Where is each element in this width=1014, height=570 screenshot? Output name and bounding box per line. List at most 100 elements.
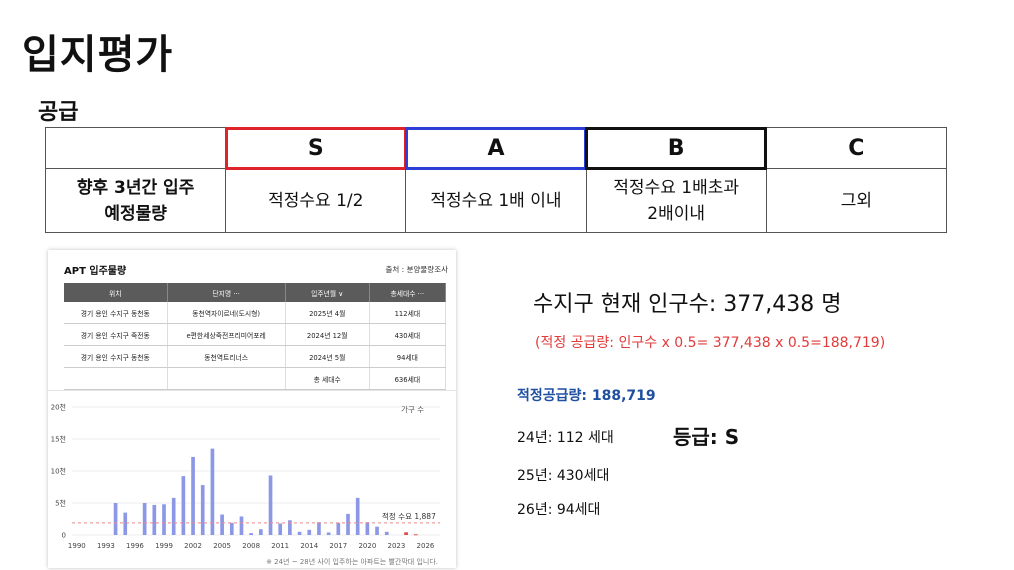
y-tick-label: 0	[62, 532, 66, 540]
apt-cell: 2024년 12월	[285, 323, 370, 346]
x-tick-label: 2008	[242, 542, 260, 550]
y-tick-label: 20천	[51, 403, 66, 412]
chart-bar	[346, 513, 350, 535]
grade-result: 등급: S	[673, 425, 740, 449]
apt-cell	[64, 367, 168, 390]
x-tick-label: 1990	[68, 542, 86, 550]
x-tick-label: 1999	[155, 542, 173, 550]
apt-col-units[interactable]: 총세대수 ···	[369, 283, 447, 302]
x-tick-label: 2014	[300, 542, 318, 550]
apt-cell: 경기 용인 수지구 동천동	[64, 302, 168, 324]
chart-bar	[123, 512, 128, 535]
grade-cell-a: 적정수요 1배 이내	[405, 168, 587, 233]
grade-header-a: A	[404, 126, 588, 170]
table-row-total: 총 세대수 636세대	[64, 367, 447, 390]
chart-bar	[210, 448, 215, 535]
chart-bar	[307, 529, 312, 535]
grade-header-empty	[44, 127, 227, 169]
chart-bar	[200, 485, 205, 535]
x-tick-label: 2023	[388, 542, 406, 550]
chart-bar	[249, 533, 253, 535]
x-tick-label: 2026	[417, 542, 435, 550]
apt-cell: 112세대	[369, 302, 447, 324]
y-tick-label: 5천	[55, 499, 66, 508]
apt-cell: 경기 용인 수지구 죽전동	[64, 323, 168, 346]
chart-bar	[413, 534, 418, 536]
apt-supply-panel: APT 입주물량 출처 : 분양물량조사 위치 단지명 ··· 입주년월 ∨ 총…	[48, 250, 456, 568]
chart-bar	[162, 504, 166, 535]
y-tick-label: 10천	[51, 467, 66, 476]
chart-bar	[317, 522, 321, 535]
chart-bar	[297, 531, 302, 535]
chart-bar	[336, 522, 341, 535]
chart-bar	[365, 522, 370, 535]
chart-bar	[171, 497, 176, 535]
grade-criteria-table: S A B C 향후 3년간 입주 예정물량 적정수요 1/2 적정수요 1배 …	[44, 126, 948, 233]
apt-total-value: 636세대	[369, 367, 447, 390]
apt-col-location[interactable]: 위치	[64, 283, 168, 302]
apt-cell: 경기 용인 수지구 동천동	[64, 345, 168, 368]
x-tick-label: 1996	[126, 542, 144, 550]
chart-bar	[384, 531, 389, 535]
grade-header-c: C	[765, 127, 948, 169]
x-tick-label: 2017	[329, 542, 347, 550]
panel-divider	[48, 390, 456, 391]
population-text: 수지구 현재 인구수: 377,438 명	[533, 292, 842, 317]
demand-label: 적정 수요 1,887	[382, 511, 436, 521]
chart-bar	[229, 522, 234, 535]
chart-bar	[375, 526, 379, 535]
apt-col-date[interactable]: 입주년월 ∨	[285, 283, 370, 302]
x-tick-label: 2011	[271, 542, 289, 550]
apt-panel-title: APT 입주물량	[64, 266, 127, 277]
apt-panel-source: 출처 : 분양물량조사	[385, 265, 449, 274]
table-row: 경기 용인 수지구 동천동 동천역자이르네(도시형) 2025년 4월 112세…	[64, 302, 447, 324]
apt-table: 위치 단지명 ··· 입주년월 ∨ 총세대수 ··· 경기 용인 수지구 동천동…	[64, 283, 447, 390]
apt-cell: 94세대	[369, 345, 447, 368]
x-tick-label: 2020	[358, 542, 376, 550]
y-tick-label: 15천	[51, 435, 66, 444]
grade-header-b: B	[585, 126, 768, 170]
apt-cell: 동천역자이르네(도시형)	[167, 302, 286, 324]
year-26: 26년: 94세대	[517, 502, 601, 518]
chart-bar	[220, 514, 224, 535]
apt-cell: 430세대	[369, 323, 447, 346]
chart-footnote: ※ 24년 ~ 28년 사이 입주하는 아파트는 빨간막대 입니다.	[266, 557, 438, 566]
supply-bar-chart: 0 5천 10천 15천 20천 1990 1993 1996 1999 2002 2005 2008…	[51, 403, 440, 566]
chart-bar	[268, 475, 273, 535]
formula-text: (적정 공급량: 인구수 x 0.5= 377,438 x 0.5=188,71…	[535, 335, 886, 351]
chart-bar	[355, 497, 360, 535]
apt-cell	[167, 367, 286, 390]
table-row: 경기 용인 수지구 동천동 동천역트리너스 2024년 5월 94세대	[64, 345, 447, 368]
chart-bar	[181, 476, 186, 535]
supply-label: 적정공급량:	[517, 388, 592, 404]
table-row: 경기 용인 수지구 죽전동 e편한세상죽전프리미어포레 2024년 12월 43…	[64, 323, 447, 346]
apt-cell: 2024년 5월	[285, 345, 370, 368]
chart-bar	[113, 503, 118, 535]
chart-bar	[404, 532, 408, 535]
grade-cell-s: 적정수요 1/2	[225, 168, 407, 233]
chart-legend: 가구 수	[401, 405, 424, 414]
x-tick-label: 1993	[97, 542, 115, 550]
year-24: 24년: 112 세대	[517, 430, 614, 446]
apt-cell: e편한세상죽전프리미어포레	[167, 323, 286, 346]
grade-header-s: S	[224, 126, 407, 170]
chart-bar	[278, 523, 283, 535]
apt-cell: 2025년 4월	[285, 302, 370, 324]
grade-row-label: 향후 3년간 입주 예정물량	[44, 168, 227, 233]
x-tick-label: 2002	[184, 542, 202, 550]
apt-col-complex[interactable]: 단지명 ···	[167, 283, 286, 302]
supply-value: 188,719	[591, 388, 656, 404]
grade-cell-b: 적정수요 1배초과 2배이내	[585, 168, 767, 233]
supply-text: 적정공급량: 188,719	[517, 385, 656, 405]
chart-bar	[152, 504, 157, 535]
chart-bar	[142, 503, 147, 535]
x-tick-label: 2005	[213, 542, 231, 550]
chart-bar	[239, 516, 244, 535]
apt-total-label: 총 세대수	[285, 367, 370, 390]
section-subtitle: 공급	[38, 100, 79, 125]
grade-cell-c: 그외	[765, 168, 948, 233]
year-25: 25년: 430세대	[517, 468, 610, 484]
chart-bar	[326, 532, 331, 535]
chart-bar	[259, 529, 263, 535]
apt-cell: 동천역트리너스	[167, 345, 286, 368]
